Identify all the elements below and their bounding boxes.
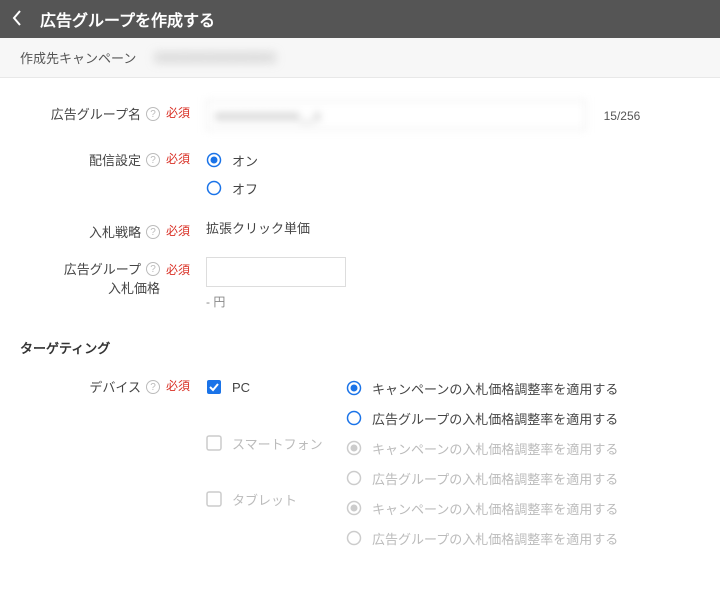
device-label: デバイス xyxy=(89,377,141,396)
row-adgroup-name: 広告グループ名 ? 必須 15/256 xyxy=(20,92,700,138)
pc-adj-campaign-label: キャンペーンの入札価格調整率を適用する xyxy=(372,379,618,398)
sp-adj-campaign-label: キャンペーンの入札価格調整率を適用する xyxy=(372,439,618,458)
device-sp-checkbox[interactable] xyxy=(206,435,222,451)
required-badge: 必須 xyxy=(166,152,190,166)
delivery-on-label: オン xyxy=(232,151,258,170)
campaign-subheader: 作成先キャンペーン XXXXXXXXXXXXXX xyxy=(0,38,720,78)
pc-adj-adgroup-radio[interactable] xyxy=(346,410,362,426)
tb-adj-adgroup-radio xyxy=(346,530,362,546)
bid-strategy-value: 拡張クリック単価 xyxy=(206,217,310,236)
campaign-label: 作成先キャンペーン xyxy=(20,48,136,67)
sp-adj-campaign-radio xyxy=(346,440,362,456)
delivery-on-radio[interactable] xyxy=(206,152,222,168)
row-delivery: 配信設定 ? 必須 オン オフ xyxy=(20,138,700,210)
page-title: 広告グループを作成する xyxy=(40,7,215,31)
adgroup-name-input[interactable] xyxy=(206,100,586,130)
bid-price-label-1: 広告グループ xyxy=(64,259,141,278)
adgroup-name-counter: 15/256 xyxy=(604,109,641,123)
help-icon[interactable]: ? xyxy=(146,380,160,394)
row-device: デバイス ? 必須 PC xyxy=(20,365,700,561)
targeting-section-title: ターゲティング xyxy=(20,338,700,357)
bid-price-label-2: 入札価格 xyxy=(108,278,160,297)
help-icon[interactable]: ? xyxy=(146,107,160,121)
adgroup-name-label: 広告グループ名 xyxy=(51,104,141,123)
sp-adj-adgroup-label: 広告グループの入札価格調整率を適用する xyxy=(372,469,618,488)
required-badge: 必須 xyxy=(166,379,190,393)
delivery-off-radio[interactable] xyxy=(206,180,222,196)
required-badge: 必須 xyxy=(166,263,190,277)
required-badge: 必須 xyxy=(166,106,190,120)
tb-adj-campaign-label: キャンペーンの入札価格調整率を適用する xyxy=(372,499,618,518)
tb-adj-campaign-radio xyxy=(346,500,362,516)
device-tb-label: タブレット xyxy=(232,490,297,509)
delivery-label: 配信設定 xyxy=(89,150,141,169)
pc-adj-campaign-radio[interactable] xyxy=(346,380,362,396)
required-badge: 必須 xyxy=(166,224,190,238)
delivery-off-label: オフ xyxy=(232,179,258,198)
device-pc-checkbox[interactable] xyxy=(206,379,222,395)
sp-adj-adgroup-radio xyxy=(346,470,362,486)
campaign-name: XXXXXXXXXXXXXX xyxy=(154,50,275,65)
bid-price-input[interactable] xyxy=(206,257,346,287)
pc-adj-adgroup-label: 広告グループの入札価格調整率を適用する xyxy=(372,409,618,428)
row-bid-price: 広告グループ ? 入札価格 必須 - 円 xyxy=(20,249,700,318)
help-icon[interactable]: ? xyxy=(146,153,160,167)
device-sp-label: スマートフォン xyxy=(232,434,323,453)
help-icon[interactable]: ? xyxy=(146,225,160,239)
bid-strategy-label: 入札戦略 xyxy=(89,222,141,241)
device-tb-checkbox[interactable] xyxy=(206,491,222,507)
row-bid-strategy: 入札戦略 ? 必須 拡張クリック単価 xyxy=(20,210,700,249)
device-pc-label: PC xyxy=(232,380,250,395)
page-header: 広告グループを作成する xyxy=(0,0,720,38)
bid-price-note: - 円 xyxy=(206,293,700,310)
back-icon[interactable] xyxy=(12,10,30,29)
help-icon[interactable]: ? xyxy=(146,262,160,276)
